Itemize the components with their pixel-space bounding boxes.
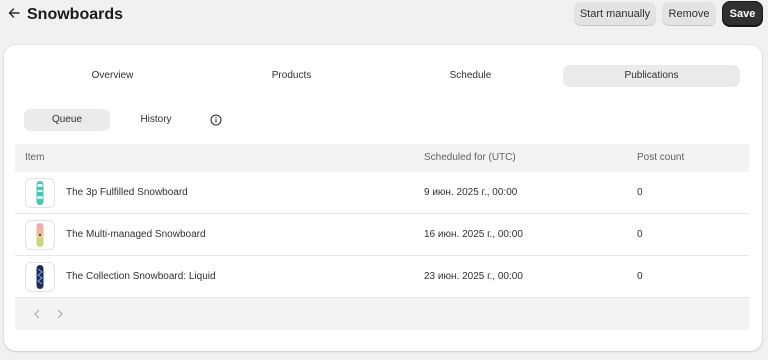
product-name: The Collection Snowboard: Liquid [66, 271, 216, 282]
column-header-item[interactable]: Item [25, 144, 44, 172]
tab-schedule[interactable]: Schedule [382, 65, 559, 87]
arrow-left-icon[interactable] [6, 5, 22, 21]
chevron-right-icon[interactable] [53, 307, 67, 321]
page-header: Snowboards Start manually Remove Save [0, 0, 768, 30]
table-row[interactable]: The Collection Snowboard: Liquid 23 июн.… [15, 256, 749, 298]
scheduled-date: 9 июн. 2025 г., 00:00 [424, 187, 518, 198]
subtab-queue[interactable]: Queue [24, 109, 110, 131]
pagination [15, 298, 749, 330]
chevron-left-icon[interactable] [30, 307, 44, 321]
snowboard-navy-icon [36, 265, 44, 289]
post-count: 0 [637, 271, 643, 282]
save-button[interactable]: Save [723, 2, 762, 26]
queue-table: Item Scheduled for (UTC) Post count The … [15, 144, 749, 330]
product-thumbnail [25, 178, 55, 208]
column-header-scheduled[interactable]: Scheduled for (UTC) [424, 144, 516, 172]
tab-bar: Overview Products Schedule Publications [24, 65, 740, 87]
product-name: The Multi-managed Snowboard [66, 229, 206, 240]
column-header-post-count[interactable]: Post count [637, 144, 684, 172]
post-count: 0 [637, 229, 643, 240]
start-manually-button[interactable]: Start manually [574, 2, 656, 26]
snowboard-teal-icon [36, 181, 44, 205]
scheduled-date: 23 июн. 2025 г., 00:00 [424, 271, 523, 282]
table-row[interactable]: The 3p Fulfilled Snowboard 9 июн. 2025 г… [15, 172, 749, 214]
tab-publications[interactable]: Publications [563, 65, 740, 87]
table-row[interactable]: The Multi-managed Snowboard 16 июн. 2025… [15, 214, 749, 256]
page-title: Snowboards [27, 6, 124, 23]
info-circle-icon[interactable] [210, 114, 222, 126]
post-count: 0 [637, 187, 643, 198]
product-name: The 3p Fulfilled Snowboard [66, 187, 188, 198]
scheduled-date: 16 июн. 2025 г., 00:00 [424, 229, 523, 240]
publications-card: Overview Products Schedule Publications … [4, 45, 762, 351]
tab-overview[interactable]: Overview [24, 65, 201, 87]
tab-products[interactable]: Products [203, 65, 380, 87]
table-header: Item Scheduled for (UTC) Post count [15, 144, 749, 172]
snowboard-gradient-icon [36, 223, 44, 247]
subtab-bar: Queue History [24, 109, 244, 131]
product-thumbnail [25, 262, 55, 292]
subtab-history[interactable]: History [113, 109, 199, 131]
remove-button[interactable]: Remove [662, 2, 716, 26]
product-thumbnail [25, 220, 55, 250]
